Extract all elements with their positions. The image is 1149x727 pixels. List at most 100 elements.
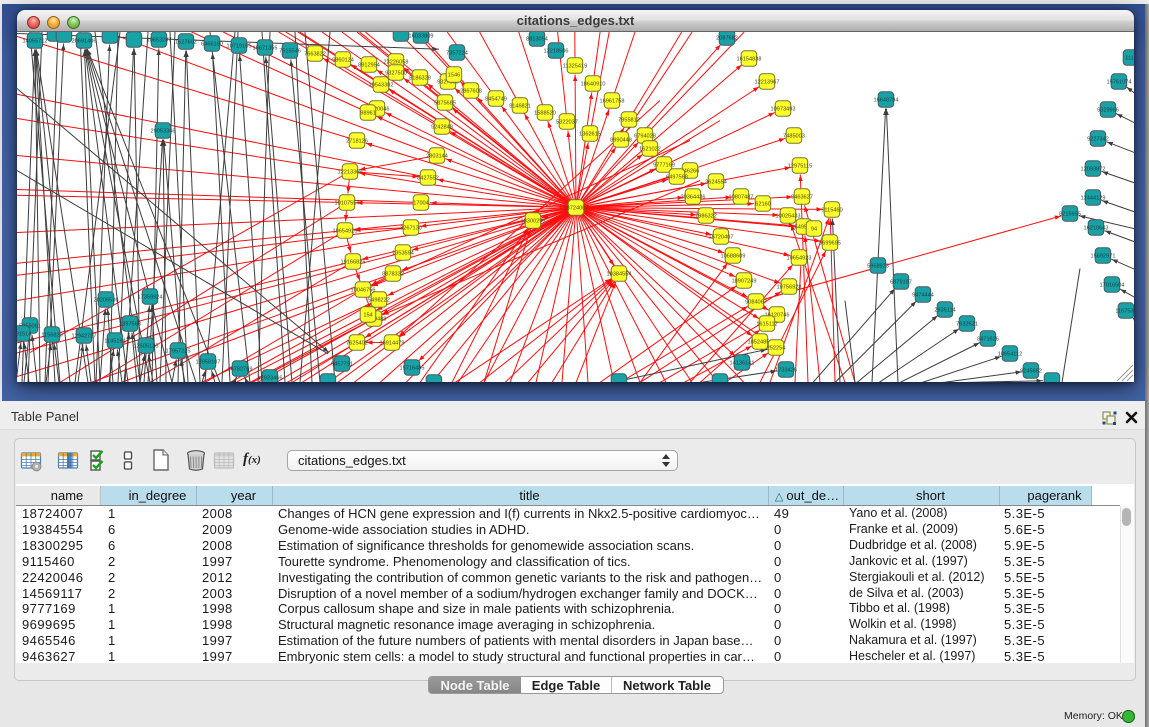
svg-text:10654112: 10654112 (998, 352, 1022, 358)
svg-text:2867608: 2867608 (460, 89, 482, 95)
svg-text:13958107: 13958107 (196, 360, 221, 366)
svg-text:8471626: 8471626 (977, 337, 999, 343)
svg-text:9860124: 9860124 (332, 58, 354, 64)
svg-text:9463627: 9463627 (791, 195, 813, 201)
svg-text:12093872: 12093872 (1081, 167, 1106, 173)
svg-text:10688609: 10688609 (721, 254, 746, 260)
svg-text:19654923: 19654923 (787, 256, 812, 262)
svg-text:15716485: 15716485 (400, 366, 425, 372)
svg-text:5875685: 5875685 (434, 101, 456, 107)
svg-text:10543382: 10543382 (369, 83, 394, 89)
svg-text:10107554: 10107554 (335, 201, 360, 207)
svg-text:18724007: 18724007 (564, 206, 589, 212)
svg-text:2803144: 2803144 (426, 154, 448, 160)
svg-text:20206536: 20206536 (94, 298, 119, 304)
svg-text:19384554: 19384554 (607, 272, 632, 278)
svg-text:1112: 1112 (1125, 56, 1134, 62)
svg-text:98961: 98961 (360, 111, 376, 117)
svg-text:9474444: 9474444 (912, 293, 934, 299)
svg-text:6879197: 6879197 (890, 280, 912, 286)
svg-text:8990448: 8990448 (610, 138, 632, 144)
svg-text:17359924: 17359924 (138, 295, 163, 301)
svg-text:3397568: 3397568 (119, 322, 141, 328)
svg-text:1353594: 1353594 (392, 251, 414, 257)
svg-text:19654925: 19654925 (333, 229, 358, 235)
svg-text:8186328: 8186328 (409, 76, 431, 82)
svg-text:12923466: 12923466 (258, 376, 283, 382)
svg-text:9327500: 9327500 (385, 71, 407, 77)
svg-text:18300295: 18300295 (521, 219, 546, 225)
svg-text:16961758: 16961758 (600, 99, 625, 105)
svg-text:1167533: 1167533 (1115, 309, 1134, 315)
svg-text:7625402: 7625402 (346, 341, 368, 347)
svg-text:15692971: 15692971 (1091, 254, 1116, 260)
svg-text:7986322: 7986322 (695, 214, 717, 220)
svg-text:1527602: 1527602 (175, 40, 197, 46)
svg-text:9146821: 9146821 (509, 104, 531, 110)
svg-text:19756928: 19756928 (777, 285, 802, 291)
svg-text:391514: 391514 (17, 332, 31, 338)
svg-text:1546: 1546 (448, 73, 460, 79)
svg-text:16782759: 16782759 (228, 367, 253, 373)
svg-text:17016504: 17016504 (1100, 283, 1125, 289)
svg-text:8813054: 8813054 (526, 37, 548, 43)
svg-text:62160: 62160 (755, 202, 771, 208)
svg-text:1588520: 1588520 (534, 111, 556, 117)
svg-text:20364436: 20364436 (681, 195, 706, 201)
svg-text:8878332: 8878332 (382, 272, 404, 278)
svg-text:9084067: 9084067 (745, 300, 767, 306)
svg-text:10025433: 10025433 (776, 214, 801, 220)
svg-text:9457791: 9457791 (331, 362, 353, 368)
svg-text:7485003: 7485003 (783, 134, 805, 140)
svg-text:18640910: 18640910 (581, 82, 606, 88)
svg-text:19166825: 19166825 (341, 260, 366, 266)
svg-text:7663822: 7663822 (304, 52, 326, 58)
svg-text:6497568: 6497568 (666, 175, 688, 181)
svg-text:16210643: 16210643 (1084, 226, 1109, 232)
svg-text:8427552: 8427552 (417, 176, 439, 182)
svg-text:8912954: 8912954 (358, 63, 380, 69)
svg-text:1145194: 1145194 (104, 339, 125, 345)
svg-text:5958923: 5958923 (867, 264, 889, 270)
svg-text:12505135: 12505135 (134, 344, 159, 350)
svg-text:12213369: 12213369 (338, 170, 363, 176)
svg-text:16671355: 16671355 (253, 46, 278, 52)
svg-text:9242848: 9242848 (431, 125, 453, 131)
svg-text:16648784: 16648784 (874, 98, 899, 104)
svg-text:5498222: 5498222 (368, 298, 390, 304)
svg-text:9777169: 9777169 (653, 163, 675, 169)
svg-text:154: 154 (363, 313, 372, 319)
svg-text:15751074: 15751074 (1107, 80, 1132, 86)
svg-text:252254: 252254 (767, 346, 786, 352)
svg-text:2087682: 2087682 (716, 36, 738, 42)
svg-text:10653287: 10653287 (147, 38, 172, 44)
svg-text:12444129: 12444129 (1081, 196, 1106, 202)
svg-text:29053346: 29053346 (151, 129, 176, 135)
svg-text:7357224: 7357224 (446, 51, 468, 57)
svg-text:3267130: 3267130 (400, 226, 422, 232)
svg-text:94: 94 (811, 227, 817, 233)
svg-text:7632621: 7632621 (956, 322, 978, 328)
svg-text:2718126: 2718126 (346, 139, 368, 145)
svg-text:1156829: 1156829 (41, 333, 62, 339)
svg-text:12942737: 12942737 (72, 334, 97, 340)
svg-text:6466160: 6466160 (201, 42, 223, 48)
svg-text:7515546: 7515546 (279, 49, 301, 55)
svg-text:10807487: 10807487 (729, 195, 754, 201)
svg-text:10719155: 10719155 (227, 44, 252, 50)
svg-text:8454749: 8454749 (485, 97, 507, 103)
svg-text:12218506: 12218506 (544, 49, 569, 55)
svg-text:9699695: 9699695 (819, 241, 841, 247)
svg-text:20691406: 20691406 (72, 39, 97, 45)
svg-text:1615112: 1615112 (756, 322, 777, 328)
svg-text:8215955: 8215955 (1059, 212, 1081, 218)
svg-text:1733426: 1733426 (775, 368, 797, 374)
svg-text:9245652: 9245652 (1020, 369, 1042, 375)
svg-text:14055712: 14055712 (23, 39, 48, 45)
svg-text:16033809: 16033809 (409, 34, 434, 40)
svg-text:9329966: 9329966 (1097, 108, 1119, 114)
svg-text:1621022: 1621022 (639, 147, 661, 153)
svg-text:1362615: 1362615 (579, 132, 601, 138)
svg-text:16154838: 16154838 (737, 57, 762, 63)
svg-text:10973493: 10973493 (771, 107, 796, 113)
